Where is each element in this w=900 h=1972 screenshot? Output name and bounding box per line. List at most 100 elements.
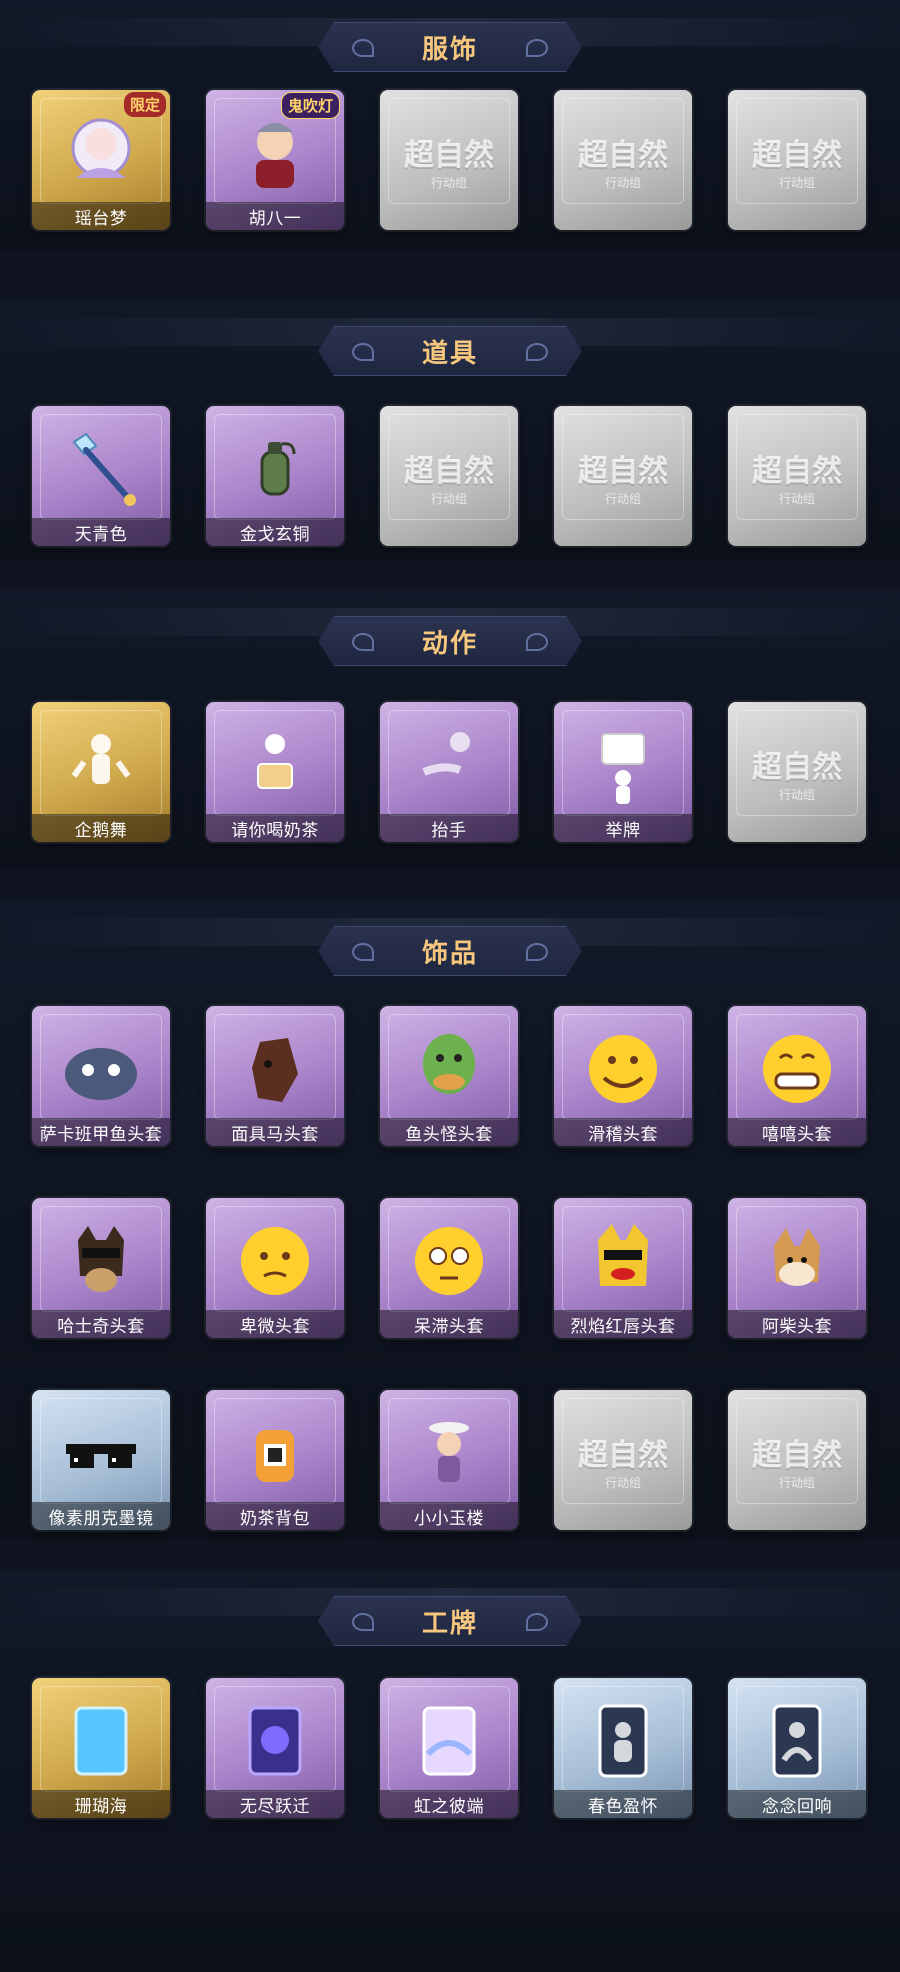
placeholder-subtitle: 行动组 bbox=[778, 788, 815, 802]
item-label: 嘻嘻头套 bbox=[728, 1118, 866, 1146]
item-label: 卑微头套 bbox=[206, 1310, 344, 1338]
mini-figure-icon bbox=[404, 1408, 494, 1498]
horse-head-mask-icon bbox=[230, 1024, 320, 1114]
item-label: 鱼头怪头套 bbox=[380, 1118, 518, 1146]
hold-sign-pose-icon bbox=[578, 720, 668, 810]
item-card[interactable]: 卑微头套 bbox=[206, 1198, 344, 1338]
placeholder-subtitle: 行动组 bbox=[778, 176, 815, 190]
item-label: 面具马头套 bbox=[206, 1118, 344, 1146]
item-label: 阿柴头套 bbox=[728, 1310, 866, 1338]
placeholder-logo: 超自然 bbox=[578, 1438, 668, 1473]
item-card[interactable]: 金戈玄铜 bbox=[206, 406, 344, 546]
item-label: 滑稽头套 bbox=[554, 1118, 692, 1146]
item-card[interactable]: 抬手 bbox=[380, 702, 518, 842]
item-label: 奶茶背包 bbox=[206, 1502, 344, 1530]
placeholder-subtitle: 行动组 bbox=[604, 176, 641, 190]
item-card[interactable]: 呆滞头套 bbox=[380, 1198, 518, 1338]
shovel-icon bbox=[56, 424, 146, 514]
empty-slot-card: 超自然 行动组 bbox=[554, 1390, 692, 1530]
item-label: 虹之彼端 bbox=[380, 1790, 518, 1818]
placeholder-logo: 超自然 bbox=[578, 454, 668, 489]
placeholder-subtitle: 行动组 bbox=[778, 1476, 815, 1490]
placeholder-subtitle: 行动组 bbox=[604, 492, 641, 506]
section-banner: 饰品 bbox=[318, 926, 582, 976]
swirl-right-icon bbox=[526, 633, 548, 651]
item-label: 天青色 bbox=[32, 518, 170, 546]
item-label: 春色盈怀 bbox=[554, 1790, 692, 1818]
item-card[interactable]: 春色盈怀 bbox=[554, 1678, 692, 1818]
item-card[interactable]: 无尽跃迁 bbox=[206, 1678, 344, 1818]
red-lips-mask-icon bbox=[578, 1216, 668, 1306]
placeholder-logo: 超自然 bbox=[752, 750, 842, 785]
badge-card-icon bbox=[230, 1696, 320, 1786]
item-card[interactable]: 萨卡班甲鱼头套 bbox=[32, 1006, 170, 1146]
item-card[interactable]: 念念回响 bbox=[728, 1678, 866, 1818]
shiba-mask-icon bbox=[752, 1216, 842, 1306]
section-clothing: 服饰 限定 瑶台梦 鬼吹灯 胡八一 超自然 行动组 超自然 行动组 超自然 行动… bbox=[0, 0, 900, 250]
milk-tea-backpack-icon bbox=[230, 1408, 320, 1498]
section-badges: 工牌 珊瑚海 无尽跃迁 虹之彼端 春色盈怀 念念回响 bbox=[0, 1570, 900, 1972]
fish-monster-mask-icon bbox=[404, 1024, 494, 1114]
item-card[interactable]: 小小玉楼 bbox=[380, 1390, 518, 1530]
grenade-icon bbox=[230, 424, 320, 514]
item-card[interactable]: 举牌 bbox=[554, 702, 692, 842]
section-banner: 动作 bbox=[318, 616, 582, 666]
husky-mask-icon bbox=[56, 1216, 146, 1306]
item-label: 烈焰红唇头套 bbox=[554, 1310, 692, 1338]
humble-face-mask-icon bbox=[230, 1216, 320, 1306]
item-label: 念念回响 bbox=[728, 1790, 866, 1818]
character-costume-icon bbox=[230, 108, 320, 198]
item-card[interactable]: 面具马头套 bbox=[206, 1006, 344, 1146]
item-card[interactable]: 鱼头怪头套 bbox=[380, 1006, 518, 1146]
item-card[interactable]: 嘻嘻头套 bbox=[728, 1006, 866, 1146]
placeholder-subtitle: 行动组 bbox=[430, 492, 467, 506]
section-props: 道具 天青色 金戈玄铜 超自然 行动组 超自然 行动组 超自然 行动组 bbox=[0, 300, 900, 560]
fish-head-mask-icon bbox=[56, 1024, 146, 1114]
empty-slot-card: 超自然 行动组 bbox=[380, 406, 518, 546]
placeholder-logo: 超自然 bbox=[404, 138, 494, 173]
empty-slot-card: 超自然 行动组 bbox=[728, 90, 866, 230]
swirl-right-icon bbox=[526, 943, 548, 961]
placeholder-logo: 超自然 bbox=[752, 454, 842, 489]
item-label: 像素朋克墨镜 bbox=[32, 1502, 170, 1530]
item-label: 萨卡班甲鱼头套 bbox=[32, 1118, 170, 1146]
item-card[interactable]: 滑稽头套 bbox=[554, 1006, 692, 1146]
item-label: 胡八一 bbox=[206, 202, 344, 230]
item-label: 小小玉楼 bbox=[380, 1502, 518, 1530]
item-label: 呆滞头套 bbox=[380, 1310, 518, 1338]
item-label: 请你喝奶茶 bbox=[206, 814, 344, 842]
placeholder-logo: 超自然 bbox=[752, 1438, 842, 1473]
item-card[interactable]: 企鹅舞 bbox=[32, 702, 170, 842]
placeholder-subtitle: 行动组 bbox=[778, 492, 815, 506]
grin-face-mask-icon bbox=[752, 1024, 842, 1114]
item-card[interactable]: 鬼吹灯 胡八一 bbox=[206, 90, 344, 230]
placeholder-logo: 超自然 bbox=[578, 138, 668, 173]
item-label: 抬手 bbox=[380, 814, 518, 842]
placeholder-logo: 超自然 bbox=[404, 454, 494, 489]
section-actions: 动作 企鹅舞 请你喝奶茶 抬手 举牌 超自然 行动组 bbox=[0, 590, 900, 870]
item-card[interactable]: 限定 瑶台梦 bbox=[32, 90, 170, 230]
item-card[interactable]: 珊瑚海 bbox=[32, 1678, 170, 1818]
dance-pose-icon bbox=[56, 720, 146, 810]
item-card[interactable]: 天青色 bbox=[32, 406, 170, 546]
section-banner: 服饰 bbox=[318, 22, 582, 72]
dazed-face-mask-icon bbox=[404, 1216, 494, 1306]
badge-card-icon bbox=[56, 1696, 146, 1786]
item-card[interactable]: 像素朋克墨镜 bbox=[32, 1390, 170, 1530]
badge-card-icon bbox=[404, 1696, 494, 1786]
item-card[interactable]: 烈焰红唇头套 bbox=[554, 1198, 692, 1338]
swirl-right-icon bbox=[526, 39, 548, 57]
milk-tea-pose-icon bbox=[230, 720, 320, 810]
item-label: 瑶台梦 bbox=[32, 202, 170, 230]
placeholder-subtitle: 行动组 bbox=[430, 176, 467, 190]
item-card[interactable]: 阿柴头套 bbox=[728, 1198, 866, 1338]
item-label: 珊瑚海 bbox=[32, 1790, 170, 1818]
item-card[interactable]: 奶茶背包 bbox=[206, 1390, 344, 1530]
item-card[interactable]: 虹之彼端 bbox=[380, 1678, 518, 1818]
section-accessories: 饰品 萨卡班甲鱼头套 面具马头套 鱼头怪头套 滑稽头套 嘻嘻头套 哈士奇头套 卑… bbox=[0, 900, 900, 1540]
catalog-page: 服饰 限定 瑶台梦 鬼吹灯 胡八一 超自然 行动组 超自然 行动组 超自然 行动… bbox=[0, 0, 900, 1972]
empty-slot-card: 超自然 行动组 bbox=[380, 90, 518, 230]
item-card[interactable]: 请你喝奶茶 bbox=[206, 702, 344, 842]
item-card[interactable]: 哈士奇头套 bbox=[32, 1198, 170, 1338]
item-label: 金戈玄铜 bbox=[206, 518, 344, 546]
